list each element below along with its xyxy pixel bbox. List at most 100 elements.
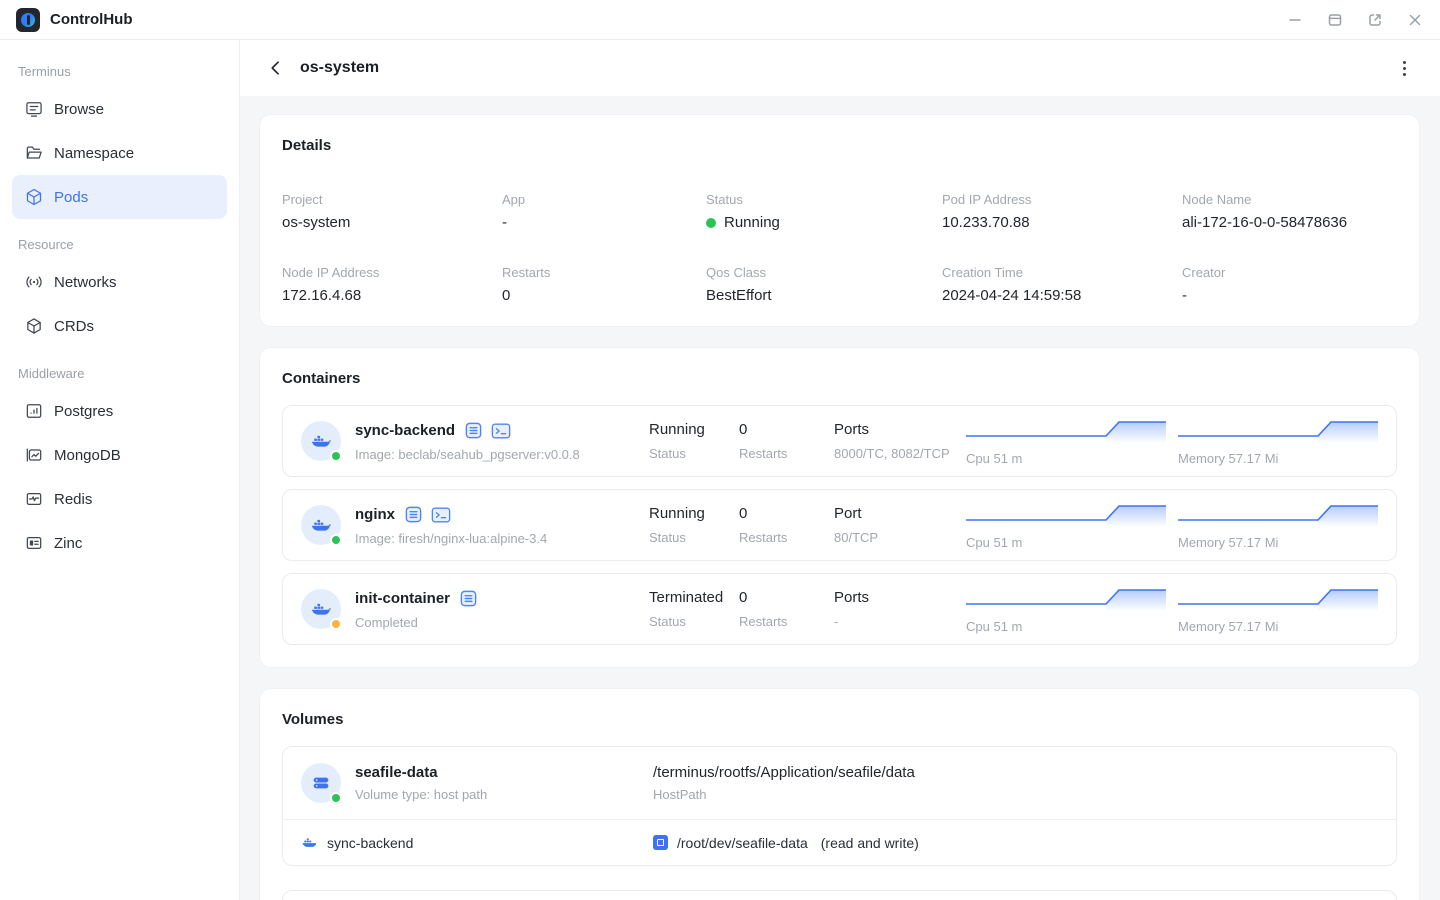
crds-icon — [24, 316, 44, 336]
detail-label: Status — [706, 192, 942, 207]
app-logo-icon — [16, 8, 40, 32]
container-status: Terminated Status — [649, 589, 739, 629]
detail-value: - — [502, 214, 706, 231]
sidebar-item-label: Redis — [54, 491, 92, 508]
sidebar-item-postgres[interactable]: Postgres — [12, 389, 227, 433]
detail-label: Restarts — [502, 265, 706, 280]
volume-path-type: HostPath — [653, 787, 1378, 802]
sidebar-item-zinc[interactable]: Zinc — [12, 521, 227, 565]
container-status: Running Status — [649, 505, 739, 545]
sidebar-item-crds[interactable]: CRDs — [12, 304, 227, 348]
container-ports: Ports 8000/TC, 8082/TCP — [834, 421, 966, 461]
container-restarts: 0 Restarts — [739, 589, 834, 629]
detail-value: 0 — [502, 287, 706, 304]
detail-field: App - — [502, 192, 706, 231]
back-button[interactable] — [264, 56, 288, 80]
details-grid: Project os-system App - — [282, 192, 1397, 304]
detail-value: os-system — [282, 214, 502, 231]
detail-field: Restarts 0 — [502, 265, 706, 304]
volume-path: /terminus/rootfs/Application/seafile/dat… — [653, 764, 1378, 781]
window-titlebar: ControlHub — [0, 0, 1440, 40]
volume-state-badge — [330, 792, 342, 804]
mongodb-icon — [24, 445, 44, 465]
memory-sparkline: Memory 57.17 Mi — [1178, 417, 1378, 466]
detail-value: 2024-04-24 14:59:58 — [942, 287, 1182, 304]
container-name: init-container — [355, 590, 450, 607]
detail-field: Creator - — [1182, 265, 1397, 304]
detail-field: Status Running — [706, 192, 942, 231]
container-name: sync-backend — [355, 422, 455, 439]
namespace-icon — [24, 143, 44, 163]
logs-icon[interactable] — [403, 505, 423, 525]
zinc-icon — [24, 533, 44, 553]
detail-value: 10.233.70.88 — [942, 214, 1182, 231]
container-ports: Ports - — [834, 589, 966, 629]
sidebar-item-label: Browse — [54, 101, 104, 118]
sidebar-item-pods[interactable]: Pods — [12, 175, 227, 219]
detail-value: 172.16.4.68 — [282, 287, 502, 304]
sidebar-section-middleware: Middleware — [18, 366, 221, 381]
volume-mount-row: sync-backend /root/dev/seafile-data (rea… — [283, 819, 1396, 865]
logs-icon[interactable] — [458, 589, 478, 609]
open-external-icon[interactable] — [1366, 11, 1384, 29]
container-name: nginx — [355, 506, 395, 523]
detail-field: Creation Time 2024-04-24 14:59:58 — [942, 265, 1182, 304]
detail-field: Node Name ali-172-16-0-0-58478636 — [1182, 192, 1397, 231]
detail-label: Creation Time — [942, 265, 1182, 280]
detail-field: Pod IP Address 10.233.70.88 — [942, 192, 1182, 231]
redis-icon — [24, 489, 44, 509]
cpu-sparkline: Cpu 51 m — [966, 501, 1166, 550]
container-state-badge — [330, 450, 342, 462]
more-options-icon[interactable] — [1392, 56, 1416, 80]
sidebar-item-mongodb[interactable]: MongoDB — [12, 433, 227, 477]
docker-icon — [301, 589, 341, 629]
sidebar-item-networks[interactable]: Networks — [12, 260, 227, 304]
sidebar-item-namespace[interactable]: Namespace — [12, 131, 227, 175]
page-header: os-system — [240, 40, 1440, 96]
volume-row-kube-api-access: kube-api-access-2irzl - - - — [282, 890, 1397, 900]
detail-field: Qos Class BestEffort — [706, 265, 942, 304]
minimize-icon[interactable] — [1286, 11, 1304, 29]
networks-icon — [24, 272, 44, 292]
container-list: sync-backend Image: beclab/seahub — [282, 405, 1397, 645]
container-state-badge — [330, 618, 342, 630]
detail-value: - — [1182, 287, 1397, 304]
close-icon[interactable] — [1406, 11, 1424, 29]
detail-value: ali-172-16-0-0-58478636 — [1182, 214, 1397, 231]
sidebar-item-redis[interactable]: Redis — [12, 477, 227, 521]
memory-sparkline: Memory 57.17 Mi — [1178, 501, 1378, 550]
sidebar-item-label: Namespace — [54, 145, 134, 162]
sidebar-item-browse[interactable]: Browse — [12, 87, 227, 131]
container-restarts: 0 Restarts — [739, 505, 834, 545]
mount-container-name: sync-backend — [327, 835, 413, 851]
window-controls — [1286, 11, 1424, 29]
mount-path-icon — [653, 835, 668, 850]
volume-disk-icon — [301, 763, 341, 803]
sidebar-section-terminus: Terminus — [18, 64, 221, 79]
details-card: Details Project os-system App — [259, 114, 1420, 327]
container-status: Running Status — [649, 421, 739, 461]
page-title: os-system — [300, 59, 379, 77]
volume-type: Volume type: host path — [355, 787, 487, 802]
detail-label: Pod IP Address — [942, 192, 1182, 207]
maximize-icon[interactable] — [1326, 11, 1344, 29]
containers-card: Containers — [259, 347, 1420, 668]
sidebar-item-label: Pods — [54, 189, 88, 206]
detail-label: Project — [282, 192, 502, 207]
terminal-icon[interactable] — [431, 505, 451, 525]
container-row: sync-backend Image: beclab/seahub — [282, 405, 1397, 477]
content-area: Details Project os-system App — [240, 96, 1440, 900]
container-restarts: 0 Restarts — [739, 421, 834, 461]
logs-icon[interactable] — [463, 421, 483, 441]
volumes-card: Volumes — [259, 688, 1420, 900]
volume-name: seafile-data — [355, 764, 487, 781]
container-row: init-container Completed — [282, 573, 1397, 645]
browse-icon — [24, 99, 44, 119]
memory-sparkline: Memory 57.17 Mi — [1178, 585, 1378, 634]
detail-label: Node IP Address — [282, 265, 502, 280]
cpu-sparkline: Cpu 51 m — [966, 417, 1166, 466]
postgres-icon — [24, 401, 44, 421]
detail-field: Node IP Address 172.16.4.68 — [282, 265, 502, 304]
container-row: nginx Image: firesh/nginx-lua:alp — [282, 489, 1397, 561]
terminal-icon[interactable] — [491, 421, 511, 441]
